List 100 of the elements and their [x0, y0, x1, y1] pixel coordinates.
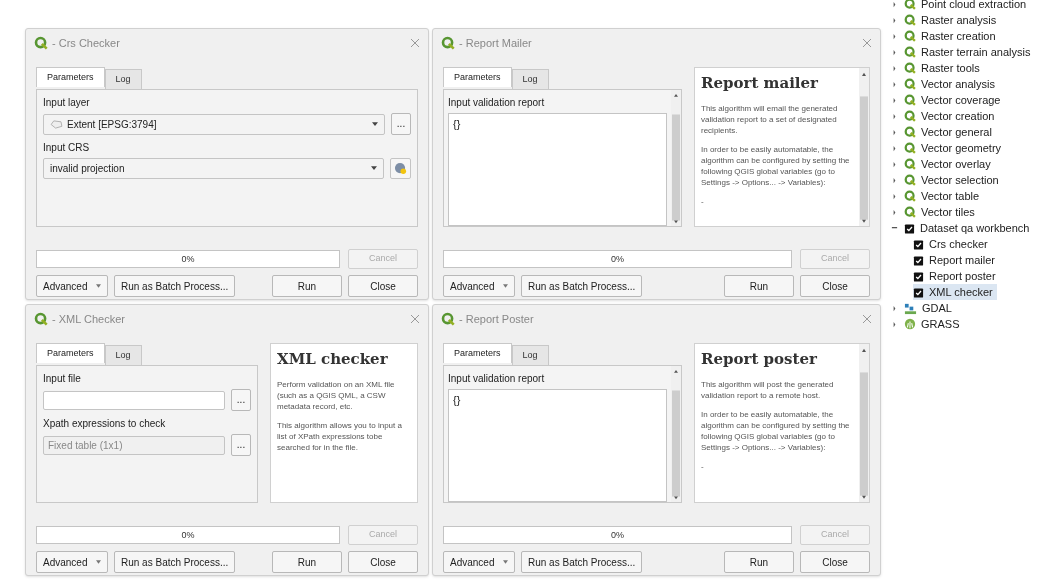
tree-item[interactable]: GRASS	[904, 315, 964, 333]
tree-item[interactable]: Raster terrain analysis	[904, 43, 1035, 61]
caret-icon	[96, 560, 101, 564]
qgis-logo-icon	[904, 0, 916, 10]
batch-process-button[interactable]: Run as Batch Process...	[114, 275, 236, 297]
tree-item[interactable]: Raster creation	[904, 27, 1000, 45]
help-text: This algorithm allows you to input a list of XPath expressions tobe searched for in the file.	[277, 419, 403, 453]
crs-dropdown[interactable]: invalid projection	[43, 158, 384, 179]
tree-item[interactable]: Raster tools	[904, 59, 984, 77]
tree-item[interactable]: Report mailer	[913, 251, 1000, 269]
run-button[interactable]: Run	[272, 275, 342, 297]
batch-process-button[interactable]: Run as Batch Process...	[114, 551, 236, 573]
caret-icon	[503, 284, 508, 288]
progress-bar: 0%	[36, 526, 340, 544]
report-text-area[interactable]: {}	[448, 389, 667, 502]
help-heading: Report poster	[701, 349, 818, 370]
field-label: Input validation report	[448, 96, 546, 110]
tree-item[interactable]: Raster analysis	[904, 11, 1001, 29]
advanced-dropdown-button[interactable]: Advanced	[36, 275, 108, 297]
close-icon[interactable]	[410, 38, 420, 48]
advanced-dropdown-button[interactable]: Advanced	[443, 275, 515, 297]
file-path-field[interactable]	[43, 390, 225, 410]
dropdown-arrow-icon	[372, 121, 378, 127]
tree-item[interactable]: Vector tiles	[904, 203, 979, 221]
help-text: -	[701, 460, 705, 472]
caret-icon	[503, 560, 508, 564]
batch-process-button[interactable]: Run as Batch Process...	[521, 275, 643, 297]
help-heading: Report mailer	[701, 73, 819, 94]
tree-item[interactable]: Vector table	[904, 187, 984, 205]
layer-dropdown[interactable]: Extent [EPSG:3794]	[43, 113, 385, 135]
close-icon[interactable]	[862, 38, 872, 48]
qgis-logo-icon	[904, 30, 916, 42]
crs-select-button[interactable]	[390, 158, 411, 179]
browse-button[interactable]: ...	[391, 113, 411, 135]
tree-item[interactable]: Vector coverage	[904, 91, 1005, 109]
qgis-logo-icon	[34, 312, 48, 326]
tree-item[interactable]: Vector geometry	[904, 139, 1006, 157]
qgis-logo-icon	[904, 14, 916, 26]
close-button[interactable]: Close	[800, 551, 870, 573]
scrollbar[interactable]	[859, 68, 869, 226]
tab[interactable]: Parameters	[36, 343, 105, 363]
qgis-logo-icon	[904, 78, 916, 90]
qgis-logo-icon	[441, 36, 455, 50]
advanced-dropdown-button[interactable]: Advanced	[36, 551, 108, 573]
close-button[interactable]: Close	[348, 275, 418, 297]
run-button[interactable]: Run	[272, 551, 342, 573]
globe-icon	[394, 162, 407, 175]
field-label: Input CRS	[43, 141, 91, 155]
tab[interactable]: Log	[511, 69, 549, 89]
report-text-area[interactable]: {}	[448, 113, 667, 226]
tree-item[interactable]: Vector creation	[904, 107, 999, 125]
tree-item[interactable]: Dataset qa workbench	[904, 219, 1034, 237]
scrollbar[interactable]	[859, 344, 869, 502]
tree-item[interactable]: Report poster	[913, 267, 1000, 285]
tree-item[interactable]: Crs checker	[913, 235, 992, 253]
qgis-logo-icon	[904, 126, 916, 138]
batch-process-button[interactable]: Run as Batch Process...	[521, 551, 643, 573]
tab[interactable]: Parameters	[36, 67, 105, 87]
close-button[interactable]: Close	[800, 275, 870, 297]
window-title: - XML Checker	[52, 311, 126, 327]
qgis-logo-icon	[904, 62, 916, 74]
window-title: - Crs Checker	[52, 35, 121, 51]
tab[interactable]: Log	[104, 69, 142, 89]
run-button[interactable]: Run	[724, 275, 794, 297]
tree-item[interactable]: XML checker	[913, 283, 997, 301]
tree-item[interactable]: Vector overlay	[904, 155, 995, 173]
qgis-logo-icon	[34, 36, 48, 50]
window-title: - Report Poster	[459, 311, 535, 327]
qgis-logo-icon	[904, 110, 916, 122]
qgis-logo-icon	[904, 94, 916, 106]
advanced-dropdown-button[interactable]: Advanced	[443, 551, 515, 573]
help-text: Perform validation on an XML file (such as a QGIS QML, a CSW metadata record, etc.	[277, 378, 396, 412]
qgis-logo-icon	[441, 312, 455, 326]
tree-item[interactable]: Vector analysis	[904, 75, 999, 93]
field-label: Input file	[43, 372, 82, 386]
tab[interactable]: Log	[511, 345, 549, 365]
qgis-logo-icon	[904, 190, 916, 202]
browse-button[interactable]: ...	[231, 389, 251, 411]
window-title: - Report Mailer	[459, 35, 533, 51]
tab[interactable]: Parameters	[443, 343, 512, 363]
tree-item[interactable]: GDAL	[904, 299, 956, 317]
gdal-logo-icon	[904, 301, 917, 315]
close-icon[interactable]	[862, 314, 872, 324]
tree-item[interactable]: Vector selection	[904, 171, 1003, 189]
close-button[interactable]: Close	[348, 551, 418, 573]
tree-item[interactable]: Vector general	[904, 123, 996, 141]
dropdown-arrow-icon	[371, 166, 377, 171]
tab[interactable]: Parameters	[443, 67, 512, 87]
caret-icon	[96, 284, 101, 288]
tab[interactable]: Log	[104, 345, 142, 365]
progress-bar: 0%	[36, 250, 340, 268]
qgis-logo-icon	[904, 158, 916, 170]
close-icon[interactable]	[410, 314, 420, 324]
clipboard-check-icon	[913, 238, 924, 250]
tree-item[interactable]: Point cloud extraction	[904, 0, 1031, 13]
grass-logo-icon	[904, 318, 916, 330]
help-text: In order to be easily automatable, the algorithm can be configured by setting the following QGIS global variables (go to Settings -> Options... -> Variables):	[701, 143, 851, 188]
run-button[interactable]: Run	[724, 551, 794, 573]
help-heading: XML checker	[277, 349, 389, 370]
clipboard-check-icon	[913, 254, 924, 266]
